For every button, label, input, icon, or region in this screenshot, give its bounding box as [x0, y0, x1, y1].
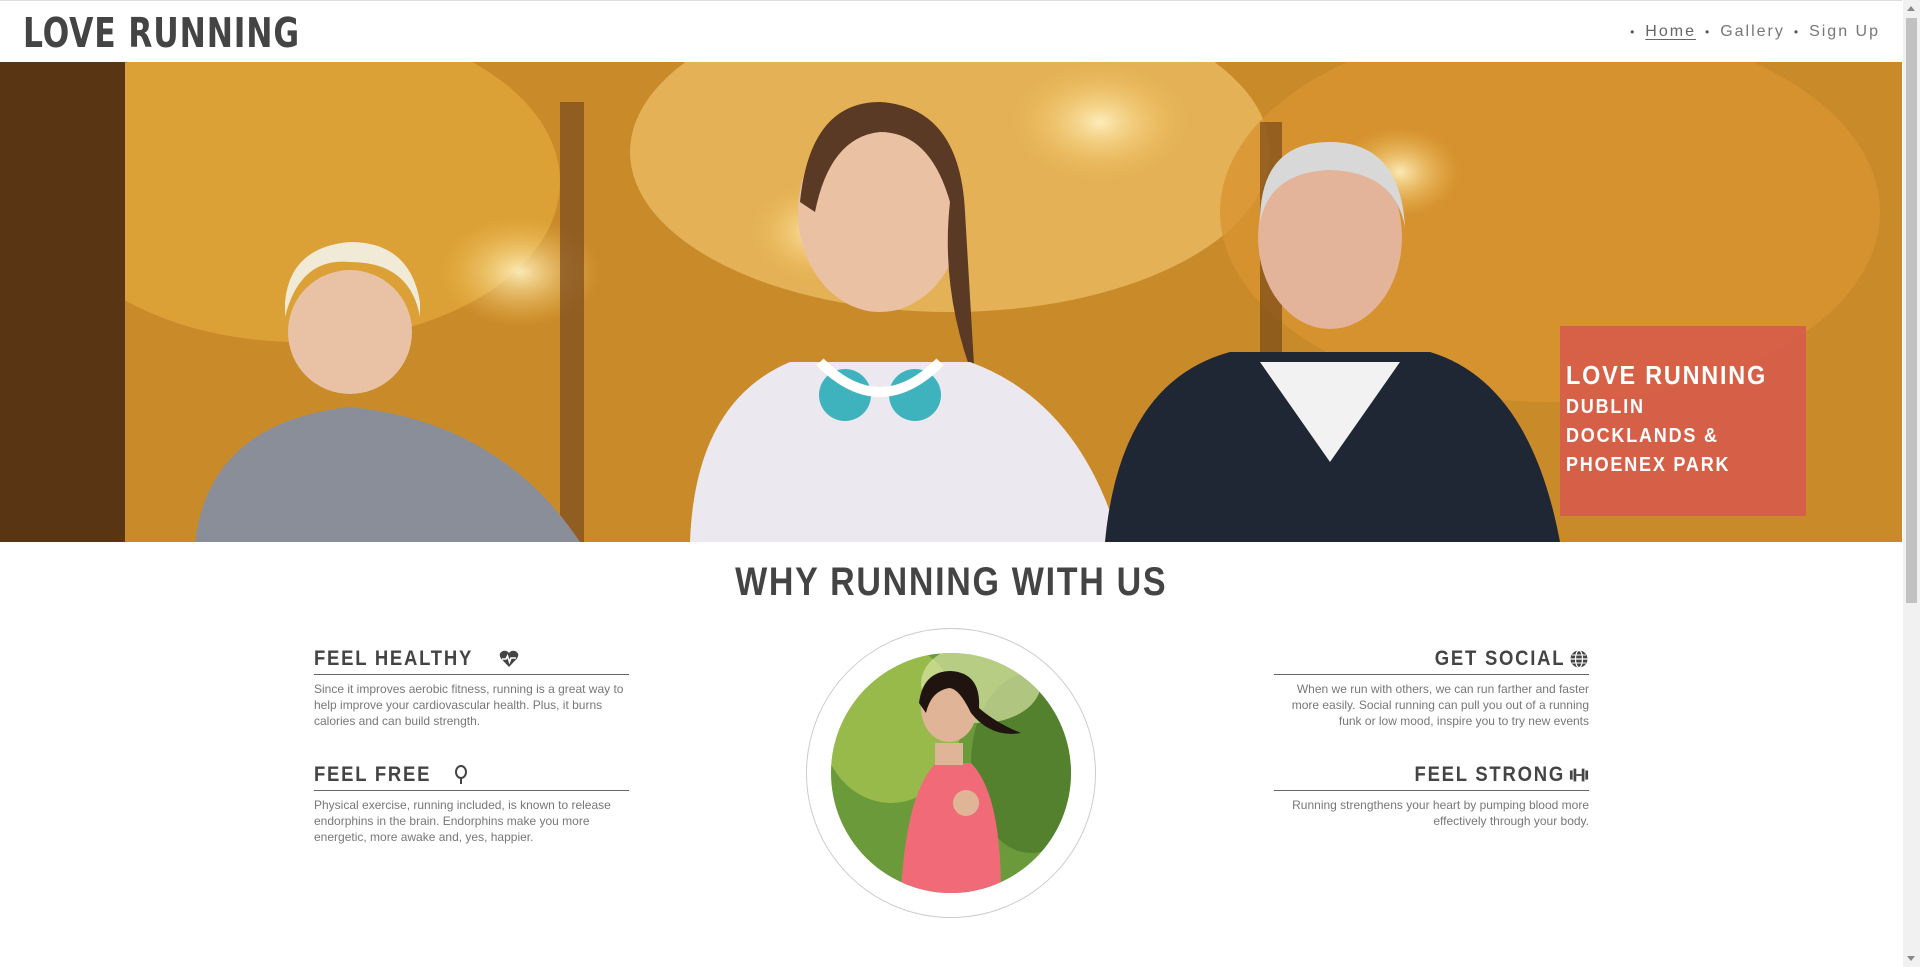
- feature-text: Physical exercise, running included, is …: [314, 798, 611, 844]
- feature-text: Since it improves aerobic fitness, runni…: [314, 682, 624, 728]
- scroll-down-arrow-icon[interactable]: [1907, 956, 1915, 961]
- globe-icon: [1569, 649, 1589, 669]
- feature-heading: GET SOCIAL: [1274, 647, 1589, 675]
- hero-title: LOVE RUNNING: [1566, 360, 1768, 390]
- heartbeat-icon: [499, 649, 519, 669]
- nav-bullet-icon: •: [1793, 25, 1801, 39]
- runner-image: [831, 653, 1071, 893]
- feature-text: When we run with others, we can run fart…: [1291, 682, 1589, 728]
- page-scrollbar[interactable]: [1903, 0, 1920, 967]
- dumbbell-icon: [1569, 765, 1589, 785]
- scroll-up-arrow-icon[interactable]: [1907, 6, 1915, 11]
- map-pin-icon: [451, 765, 471, 785]
- feature-get-social: GET SOCIAL When we run with others, we c…: [1274, 647, 1589, 729]
- feature-title: GET SOCIAL: [1434, 647, 1565, 670]
- hero-card: LOVE RUNNING DUBLIN DOCKLANDS & PHOENEX …: [1560, 326, 1806, 516]
- nav-bullet-icon: •: [1630, 25, 1637, 39]
- section-title-text: WHY RUNNING WITH US: [734, 560, 1168, 604]
- feature-text: Running strengthens your heart by pumpin…: [1292, 798, 1589, 828]
- feature-heading: FEEL HEALTHY: [314, 647, 629, 675]
- page: LOVE RUNNING • Home • Gallery • Sign Up: [0, 0, 1920, 967]
- nav-bullet-icon: •: [1704, 25, 1712, 39]
- nav-link-sign-up[interactable]: Sign Up: [1809, 23, 1880, 41]
- feature-heading: FEEL FREE: [314, 763, 629, 791]
- hero-subtitle-line-1: DUBLIN DOCKLANDS &: [1566, 396, 1719, 447]
- hero-subtitle-line-2: PHOENEX PARK: [1566, 454, 1731, 476]
- feature-title: FEEL HEALTHY: [314, 647, 474, 670]
- feature-title: FEEL FREE: [314, 763, 432, 786]
- main-nav: • Home • Gallery • Sign Up: [1630, 23, 1880, 41]
- runner-image-frame: [806, 628, 1096, 918]
- nav-link-home[interactable]: Home: [1645, 23, 1696, 41]
- feature-heading: FEEL STRONG: [1274, 763, 1589, 791]
- scrollbar-thumb[interactable]: [1906, 18, 1917, 603]
- site-logo[interactable]: LOVE RUNNING: [23, 9, 300, 57]
- feature-feel-healthy: FEEL HEALTHY Since it improves aerobic f…: [314, 647, 629, 729]
- feature-feel-free: FEEL FREE Physical exercise, running inc…: [314, 763, 629, 845]
- feature-title: FEEL STRONG: [1414, 763, 1565, 786]
- site-header: LOVE RUNNING • Home • Gallery • Sign Up: [0, 0, 1902, 63]
- feature-feel-strong: FEEL STRONG Running strengthens your hea…: [1274, 763, 1589, 829]
- nav-link-gallery[interactable]: Gallery: [1720, 23, 1785, 41]
- hero-banner: LOVE RUNNING DUBLIN DOCKLANDS & PHOENEX …: [0, 62, 1902, 542]
- section-title: WHY RUNNING WITH US: [0, 560, 1902, 605]
